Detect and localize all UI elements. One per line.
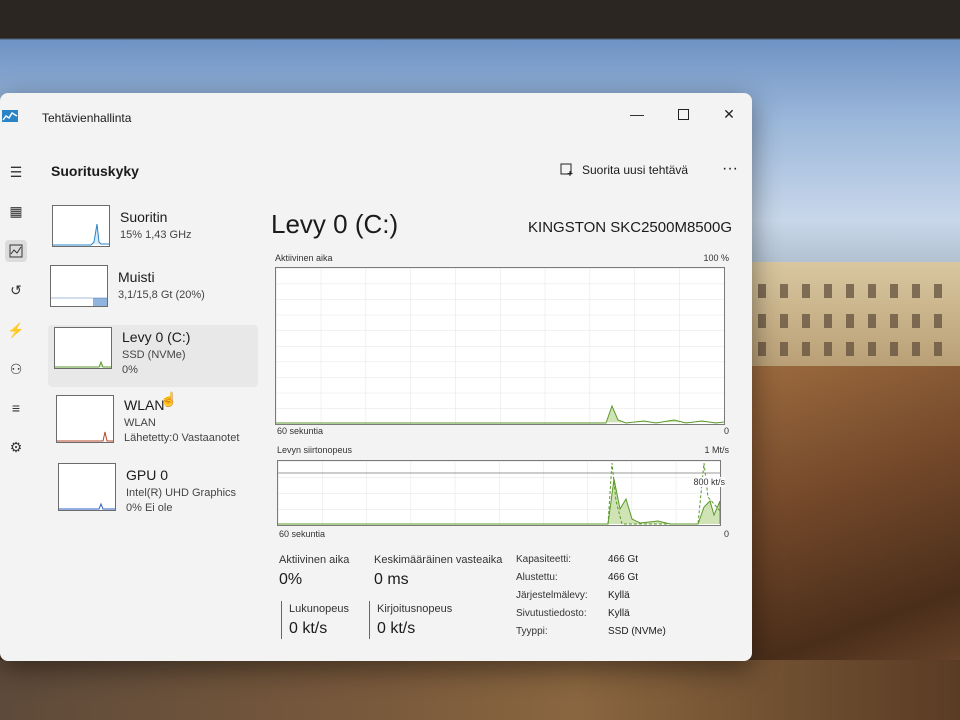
graph1-time: 60 sekuntia <box>277 426 324 436</box>
device-model: KINGSTON SKC2500M8500G <box>528 219 732 236</box>
device-name: Muisti <box>118 269 155 285</box>
close-icon: ✕ <box>723 105 735 122</box>
processes-icon[interactable]: ▦ <box>5 200 27 222</box>
task-manager-app-icon <box>2 110 18 122</box>
device-item-gpu[interactable]: GPU 0 Intel(R) UHD Graphics 0% Ei ole <box>48 463 258 525</box>
run-new-task-button[interactable]: Suorita uusi tehtävä <box>554 157 694 183</box>
run-task-icon <box>560 163 573 176</box>
details-icon[interactable]: ≡ <box>5 397 27 419</box>
app-title: Tehtävienhallinta <box>42 111 132 125</box>
memory-thumbnail-graph <box>50 265 108 307</box>
users-icon[interactable]: ⚇ <box>5 358 27 380</box>
device-detail: SSD (NVMe) <box>122 349 186 361</box>
write-speed-label: Kirjoitusnopeus <box>377 603 453 615</box>
performance-graph-icon <box>9 244 23 258</box>
title-bar[interactable]: Tehtävienhallinta — ✕ <box>0 93 752 137</box>
mouse-cursor-icon: ☝ <box>160 391 178 407</box>
device-detail: 15% 1,43 GHz <box>120 229 192 241</box>
graph1-max: 100 % <box>703 253 729 263</box>
device-name: Suoritin <box>120 209 168 225</box>
device-item-cpu[interactable]: Suoritin 15% 1,43 GHz <box>48 205 258 267</box>
minimize-button[interactable]: — <box>614 99 660 129</box>
minimize-icon: — <box>630 106 644 122</box>
disk-detail-panel: Levy 0 (C:) KINGSTON SKC2500M8500G Aktii… <box>271 197 732 661</box>
app-history-icon[interactable]: ↺ <box>5 279 27 301</box>
transfer-rate-graph <box>277 460 721 526</box>
property-key: Sivutustiedosto: <box>516 608 587 619</box>
device-title: Levy 0 (C:) <box>271 209 399 239</box>
graph2-mid: 800 kt/s <box>693 477 725 487</box>
property-key: Järjestelmälevy: <box>516 590 588 601</box>
device-usage: 0% <box>122 364 138 376</box>
building-windows-row <box>758 284 952 298</box>
device-detail: Intel(R) UHD Graphics <box>126 487 237 499</box>
wallpaper-ground <box>0 660 960 720</box>
device-item-disk[interactable]: Levy 0 (C:) SSD (NVMe) 0% <box>48 325 258 387</box>
device-usage: 0% Ei ole <box>126 502 173 514</box>
nav-rail: ☰ ▦ ↺ ⚡ ⚇ ≡ ⚙ <box>0 137 36 661</box>
read-speed-label: Lukunopeus <box>289 603 349 615</box>
device-item-wlan[interactable]: WLAN WLAN Lähetetty:0 Vastaanotet <box>48 393 258 455</box>
write-speed-divider <box>369 601 370 639</box>
run-new-task-label: Suorita uusi tehtävä <box>582 163 689 177</box>
services-icon[interactable]: ⚙ <box>5 436 27 458</box>
close-button[interactable]: ✕ <box>706 99 752 129</box>
read-speed-divider <box>281 601 282 639</box>
more-options-icon[interactable]: ··· <box>716 157 744 183</box>
graph2-max: 1 Mt/s <box>704 445 729 455</box>
active-time-graph <box>275 267 725 425</box>
property-value: Kyllä <box>608 608 630 619</box>
property-key: Kapasiteetti: <box>516 554 572 565</box>
device-item-memory[interactable]: Muisti 3,1/15,8 Gt (20%) <box>48 265 258 327</box>
disk-thumbnail-graph <box>54 327 112 369</box>
wallpaper-building <box>748 262 960 367</box>
building-windows-row <box>758 342 952 356</box>
property-value: Kyllä <box>608 590 630 601</box>
graph2-min: 0 <box>723 529 729 539</box>
maximize-icon <box>677 108 689 120</box>
write-speed-value: 0 kt/s <box>377 620 416 637</box>
startup-apps-icon[interactable]: ⚡ <box>5 319 27 341</box>
property-value: SSD (NVMe) <box>608 626 666 637</box>
active-time-value: 0% <box>279 571 303 588</box>
read-speed-value: 0 kt/s <box>289 620 328 637</box>
response-time-value: 0 ms <box>374 571 409 588</box>
task-manager-window: Tehtävienhallinta — ✕ ☰ ▦ ↺ ⚡ ⚇ ≡ ⚙ Suor… <box>0 93 752 661</box>
property-key: Tyyppi: <box>516 626 548 637</box>
property-value: 466 Gt <box>608 554 639 565</box>
maximize-button[interactable] <box>660 99 706 129</box>
property-key: Alustettu: <box>516 572 558 583</box>
gpu-thumbnail-graph <box>58 463 116 511</box>
graph2-label: Levyn siirtonopeus <box>277 445 353 455</box>
device-name: WLAN <box>124 397 165 413</box>
device-usage: Lähetetty:0 Vastaanotet <box>124 432 240 444</box>
active-time-label: Aktiivinen aika <box>279 554 350 566</box>
device-detail: 3,1/15,8 Gt (20%) <box>118 289 205 301</box>
response-time-label: Keskimääräinen vasteaika <box>374 554 503 566</box>
disk-properties: Kapasiteetti: 466 Gt Alustettu: 466 Gt J… <box>516 552 716 642</box>
wlan-thumbnail-graph <box>56 395 114 443</box>
building-windows-row <box>758 314 952 328</box>
graph2-time: 60 sekuntia <box>279 529 326 539</box>
cpu-thumbnail-graph <box>52 205 110 247</box>
property-value: 466 Gt <box>608 572 639 583</box>
performance-page: Suorituskyky Suorita uusi tehtävä ··· Su… <box>36 137 752 661</box>
device-name: GPU 0 <box>126 467 169 483</box>
device-name: Levy 0 (C:) <box>122 329 191 345</box>
hamburger-menu-icon[interactable]: ☰ <box>5 161 27 183</box>
graph1-label: Aktiivinen aika <box>275 253 333 263</box>
page-header: Suorituskyky Suorita uusi tehtävä ··· <box>36 137 752 197</box>
performance-icon[interactable] <box>5 240 27 262</box>
device-detail: WLAN <box>124 417 156 429</box>
graph1-min: 0 <box>723 426 729 436</box>
page-title: Suorituskyky <box>51 163 139 179</box>
